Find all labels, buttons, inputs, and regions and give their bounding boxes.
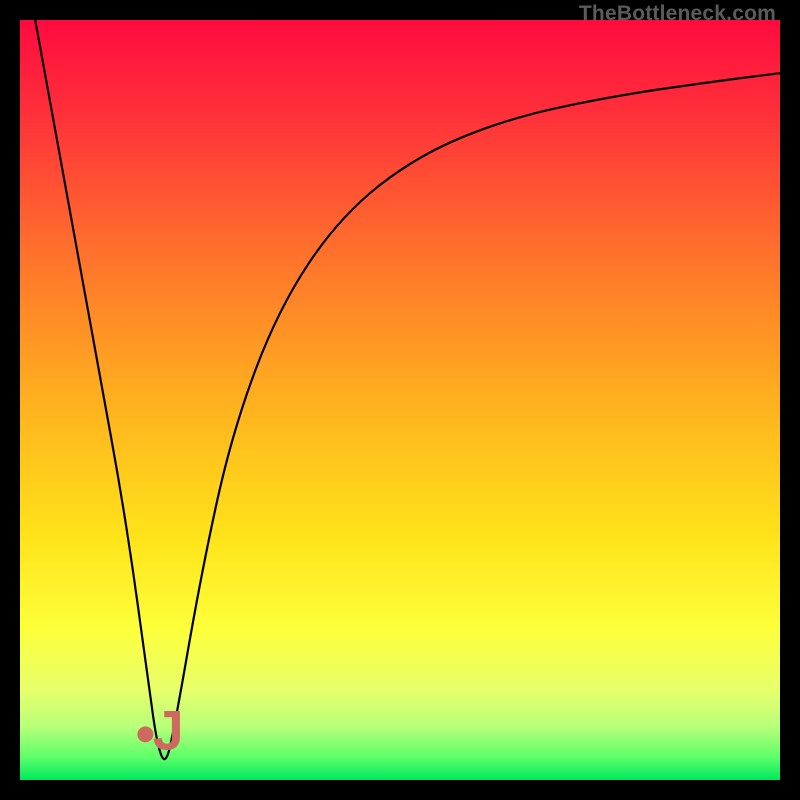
bottleneck-chart: J [20,20,780,780]
optimum-dot-icon [137,726,153,742]
optimum-j-icon: J [153,699,184,762]
chart-frame: J [20,20,780,780]
watermark-label: TheBottleneck.com [579,2,776,26]
gradient-background [20,20,780,780]
